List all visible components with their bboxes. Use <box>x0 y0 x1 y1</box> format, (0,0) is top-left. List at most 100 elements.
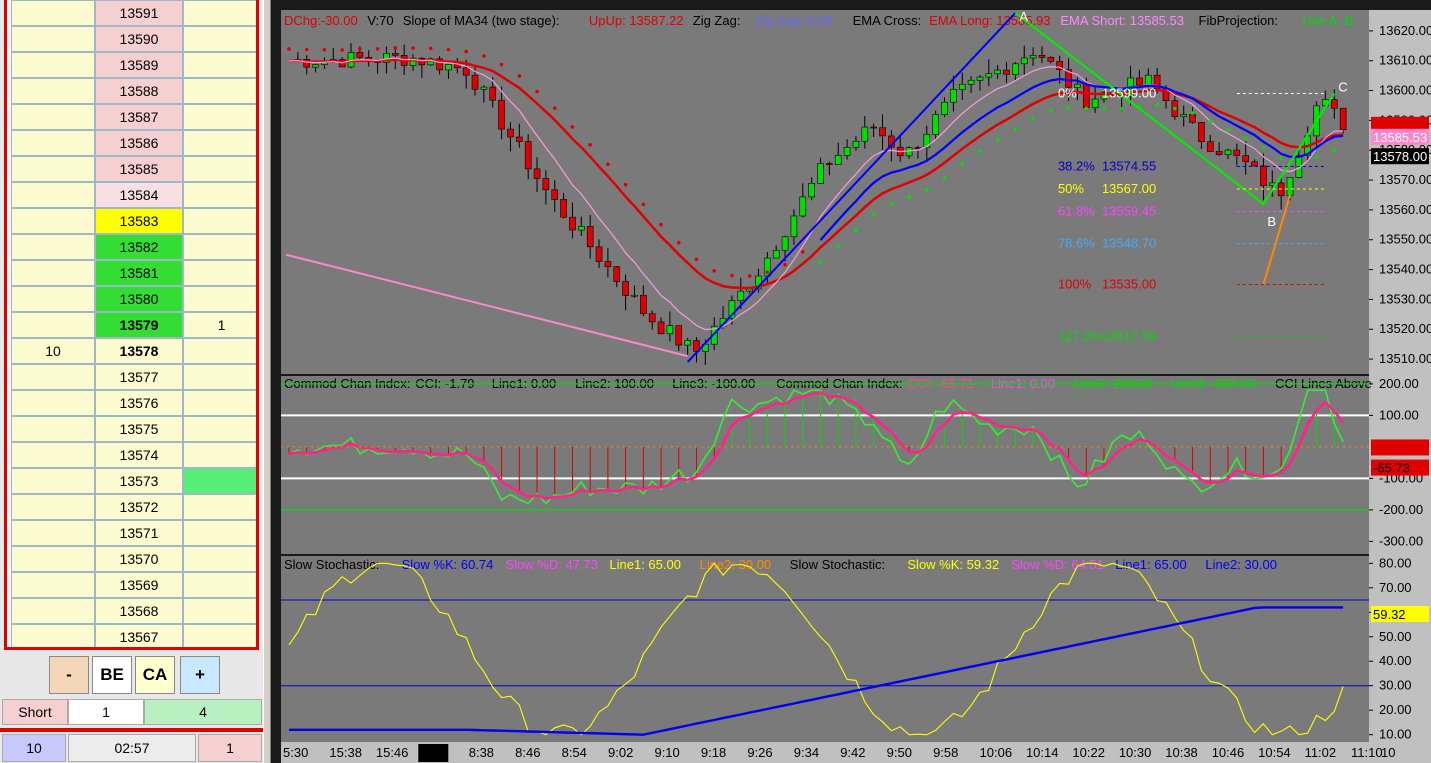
ladder-row[interactable]: 13576 <box>7 390 256 416</box>
ladder-ask-cell[interactable] <box>183 416 256 442</box>
ladder-row[interactable]: 13568 <box>7 598 256 624</box>
ladder-bid-cell[interactable] <box>11 130 95 156</box>
ladder-price-cell[interactable]: 13567 <box>95 624 183 647</box>
ladder-bid-cell[interactable] <box>11 546 95 572</box>
chart-area[interactable]: DChg:-30.00 V:70 Slope of MA34 (two stage)… <box>271 0 1431 763</box>
ladder-row[interactable]: 13583 <box>7 208 256 234</box>
ladder-bid-cell[interactable] <box>11 624 95 647</box>
ladder-ask-cell[interactable] <box>183 156 256 182</box>
cancel-all-button[interactable]: CA <box>135 656 175 694</box>
panel-splitter[interactable] <box>263 0 271 763</box>
ladder-row[interactable]: 13581 <box>7 260 256 286</box>
ladder-row[interactable]: 13589 <box>7 52 256 78</box>
ladder-price-cell[interactable]: 13571 <box>95 520 183 546</box>
ladder-row[interactable]: 13569 <box>7 572 256 598</box>
ladder-price-cell[interactable]: 13578 <box>95 338 183 364</box>
ladder-row[interactable]: 13567 <box>7 624 256 647</box>
ladder-ask-cell[interactable]: 1 <box>183 312 256 338</box>
ladder-ask-cell[interactable] <box>183 78 256 104</box>
ladder-bid-cell[interactable] <box>11 416 95 442</box>
position-left-field[interactable]: 10 <box>2 734 66 762</box>
ladder-row[interactable]: 13586 <box>7 130 256 156</box>
ladder-row[interactable]: 13579 1 <box>7 312 256 338</box>
ladder-price-cell[interactable]: 13581 <box>95 260 183 286</box>
ladder-bid-cell[interactable] <box>11 0 95 26</box>
ladder-row[interactable]: 13582 <box>7 234 256 260</box>
ladder-bid-cell[interactable] <box>11 78 95 104</box>
plus-button[interactable]: + <box>180 656 220 694</box>
ladder-ask-cell[interactable] <box>183 0 256 26</box>
ladder-row[interactable]: 13577 <box>7 364 256 390</box>
ladder-row[interactable]: 13588 <box>7 78 256 104</box>
ladder-bid-cell[interactable] <box>11 598 95 624</box>
ladder-ask-cell[interactable] <box>183 468 256 494</box>
ladder-ask-cell[interactable] <box>183 520 256 546</box>
ladder-ask-cell[interactable] <box>183 208 256 234</box>
ladder-ask-cell[interactable] <box>183 182 256 208</box>
ladder-bid-cell[interactable] <box>11 156 95 182</box>
ladder-ask-cell[interactable] <box>183 104 256 130</box>
ladder-ask-cell[interactable] <box>183 338 256 364</box>
breakeven-button[interactable]: BE <box>92 656 132 694</box>
ladder-price-cell[interactable]: 13575 <box>95 416 183 442</box>
ladder-ask-cell[interactable] <box>183 260 256 286</box>
ladder-bid-cell[interactable] <box>11 364 95 390</box>
ladder-price-cell[interactable]: 13570 <box>95 546 183 572</box>
ladder-price-cell[interactable]: 13588 <box>95 78 183 104</box>
ladder-row[interactable]: 13580 <box>7 286 256 312</box>
ladder-ask-cell[interactable] <box>183 546 256 572</box>
ladder-bid-cell[interactable] <box>11 234 95 260</box>
ladder-ask-cell[interactable] <box>183 26 256 52</box>
ladder-price-cell[interactable]: 13583 <box>95 208 183 234</box>
ladder-ask-cell[interactable] <box>183 442 256 468</box>
ladder-price-cell[interactable]: 13577 <box>95 364 183 390</box>
ladder-bid-cell[interactable]: 10 <box>11 338 95 364</box>
minus-button[interactable]: - <box>49 656 89 694</box>
ladder-price-cell[interactable]: 13584 <box>95 182 183 208</box>
ladder-price-cell[interactable]: 13591 <box>95 0 183 26</box>
ladder-price-cell[interactable]: 13587 <box>95 104 183 130</box>
ladder-row[interactable]: 10 13578 <box>7 338 256 364</box>
ladder-price-cell[interactable]: 13572 <box>95 494 183 520</box>
ladder-price-cell[interactable]: 13574 <box>95 442 183 468</box>
ladder-price-cell[interactable]: 13580 <box>95 286 183 312</box>
ladder-ask-cell[interactable] <box>183 52 256 78</box>
ladder-price-cell[interactable]: 13568 <box>95 598 183 624</box>
ladder-ask-cell[interactable] <box>183 572 256 598</box>
ladder-row[interactable]: 13587 <box>7 104 256 130</box>
ladder-row[interactable]: 13575 <box>7 416 256 442</box>
ladder-bid-cell[interactable] <box>11 312 95 338</box>
ladder-price-cell[interactable]: 13585 <box>95 156 183 182</box>
ladder-price-cell[interactable]: 13579 <box>95 312 183 338</box>
ladder-ask-cell[interactable] <box>183 624 256 647</box>
ladder-row[interactable]: 13571 <box>7 520 256 546</box>
ladder-ask-cell[interactable] <box>183 364 256 390</box>
price-ladder[interactable]: 13591 13590 13589 13588 13587 13586 13585 13584… <box>4 0 259 650</box>
order-qty-field[interactable]: 1 <box>68 699 144 725</box>
ladder-row[interactable]: 13570 <box>7 546 256 572</box>
ladder-ask-cell[interactable] <box>183 494 256 520</box>
ladder-row[interactable]: 13572 <box>7 494 256 520</box>
ladder-bid-cell[interactable] <box>11 260 95 286</box>
ladder-bid-cell[interactable] <box>11 286 95 312</box>
ladder-row[interactable]: 13591 <box>7 0 256 26</box>
position-right-field[interactable]: 1 <box>198 734 262 762</box>
ladder-bid-cell[interactable] <box>11 442 95 468</box>
ladder-bid-cell[interactable] <box>11 26 95 52</box>
pending-orders-field[interactable]: 4 <box>144 699 262 725</box>
ladder-bid-cell[interactable] <box>11 208 95 234</box>
ladder-ask-cell[interactable] <box>183 286 256 312</box>
ladder-ask-cell[interactable] <box>183 598 256 624</box>
ladder-row[interactable]: 13584 <box>7 182 256 208</box>
ladder-price-cell[interactable]: 13582 <box>95 234 183 260</box>
ladder-bid-cell[interactable] <box>11 52 95 78</box>
ladder-bid-cell[interactable] <box>11 104 95 130</box>
ladder-bid-cell[interactable] <box>11 572 95 598</box>
ladder-bid-cell[interactable] <box>11 182 95 208</box>
ladder-price-cell[interactable]: 13569 <box>95 572 183 598</box>
ladder-price-cell[interactable]: 13573 <box>95 468 183 494</box>
ladder-bid-cell[interactable] <box>11 468 95 494</box>
ladder-price-cell[interactable]: 13590 <box>95 26 183 52</box>
ladder-bid-cell[interactable] <box>11 390 95 416</box>
ladder-ask-cell[interactable] <box>183 130 256 156</box>
